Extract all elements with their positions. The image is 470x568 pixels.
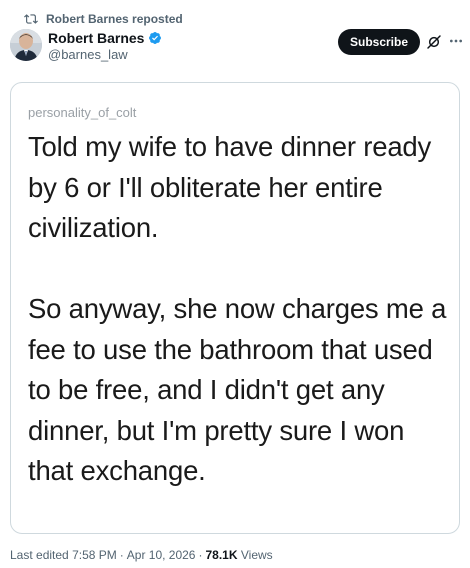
post-meta: Last edited 7:58 PM · Apr 10, 2026 · 78.… [10,548,273,562]
views-label: Views [240,548,273,562]
post-header: Robert Barnes @barnes_law Subscribe [10,29,462,65]
more-icon[interactable] [448,33,464,49]
image-username: personality_of_colt [28,105,137,120]
edited-label[interactable]: Last edited [10,548,69,562]
views-count[interactable]: 78.1K [205,548,237,562]
avatar-image [10,29,42,61]
repost-label: Robert Barnes reposted [46,12,183,26]
post-image[interactable]: personality_of_colt Told my wife to have… [10,82,460,534]
image-text: Told my wife to have dinner ready by 6 o… [28,131,447,486]
repost-icon [24,14,38,24]
verified-badge-icon [149,32,162,44]
display-name[interactable]: Robert Barnes [48,30,144,46]
subscribe-button[interactable]: Subscribe [338,29,420,55]
handle[interactable]: @barnes_law [48,47,162,62]
post-date[interactable]: Apr 10, 2026 [127,548,196,562]
separator: · [198,548,203,562]
post-time[interactable]: 7:58 PM [72,548,117,562]
avatar[interactable] [10,29,42,61]
author-info[interactable]: Robert Barnes @barnes_law [48,29,162,62]
grok-icon[interactable] [426,34,442,50]
separator: · [119,548,124,562]
repost-indicator[interactable]: Robert Barnes reposted [24,12,183,26]
